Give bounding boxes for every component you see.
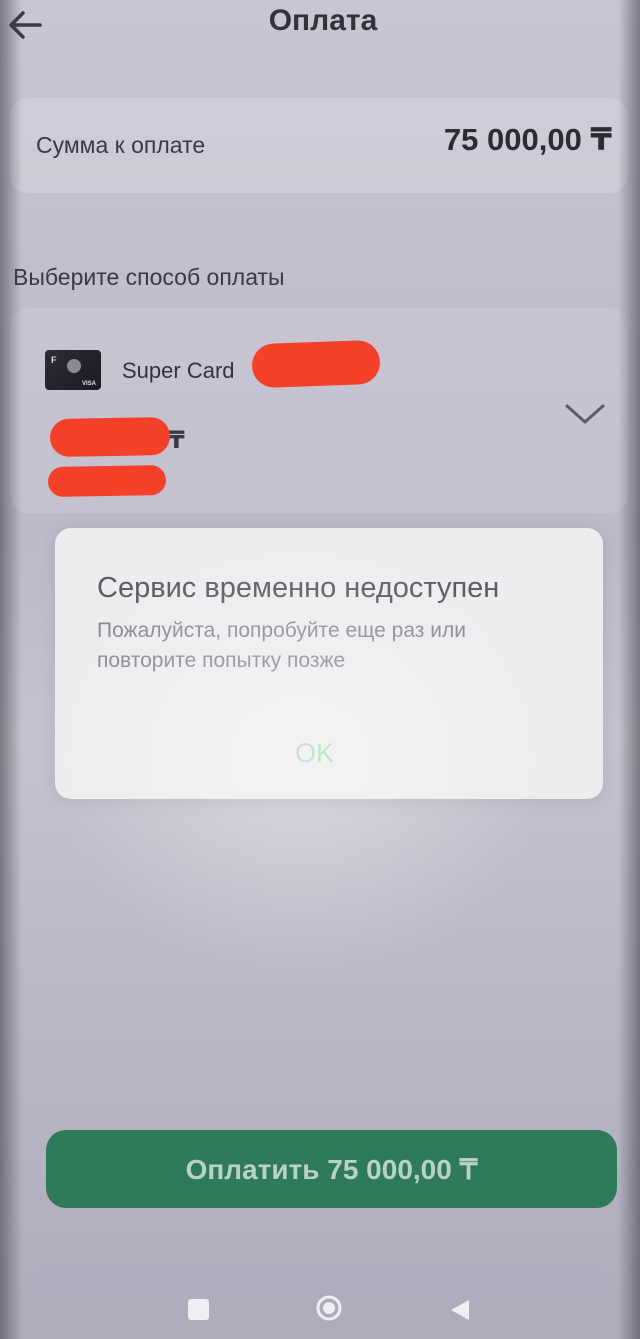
dialog-title: Сервис временно недоступен bbox=[97, 572, 500, 604]
expand-payment-methods-button[interactable] bbox=[562, 400, 608, 430]
chevron-down-icon bbox=[565, 404, 605, 424]
payment-method-heading: Выберите способ оплаты bbox=[13, 264, 285, 290]
page-title: Оплата bbox=[268, 4, 378, 37]
square-icon[interactable] bbox=[188, 1299, 209, 1320]
amount-value: 75 000,00 ₸ bbox=[443, 122, 612, 157]
system-back-button[interactable] bbox=[448, 1298, 472, 1322]
card-logo: F bbox=[51, 355, 57, 365]
redacted-card-limit bbox=[47, 464, 167, 498]
amount-label: Сумма к оплате bbox=[36, 132, 206, 158]
card-name: Super Card bbox=[122, 358, 235, 383]
circle-icon bbox=[316, 1295, 342, 1321]
home-button[interactable] bbox=[315, 1294, 343, 1322]
pay-button[interactable]: Оплатить 75 000,00 ₸ bbox=[46, 1130, 617, 1208]
error-dialog: Сервис временно недоступен Пожалуйста, п… bbox=[55, 528, 603, 799]
card-network-label: VISA bbox=[81, 381, 96, 387]
redacted-card-number bbox=[251, 339, 381, 389]
card-balance-suffix: ₸ bbox=[168, 427, 185, 454]
card-thumbnail: F VISA bbox=[45, 350, 101, 390]
card-emblem-icon bbox=[67, 359, 81, 373]
redacted-card-balance bbox=[49, 416, 171, 458]
ok-button[interactable]: OK bbox=[295, 738, 334, 769]
payment-screen: Оплата Сумма к оплате 75 000,00 ₸ Выбери… bbox=[0, 0, 640, 1339]
triangle-back-icon bbox=[451, 1300, 469, 1320]
dialog-message: Пожалуйста, попробуйте еще раз или повто… bbox=[97, 619, 466, 672]
